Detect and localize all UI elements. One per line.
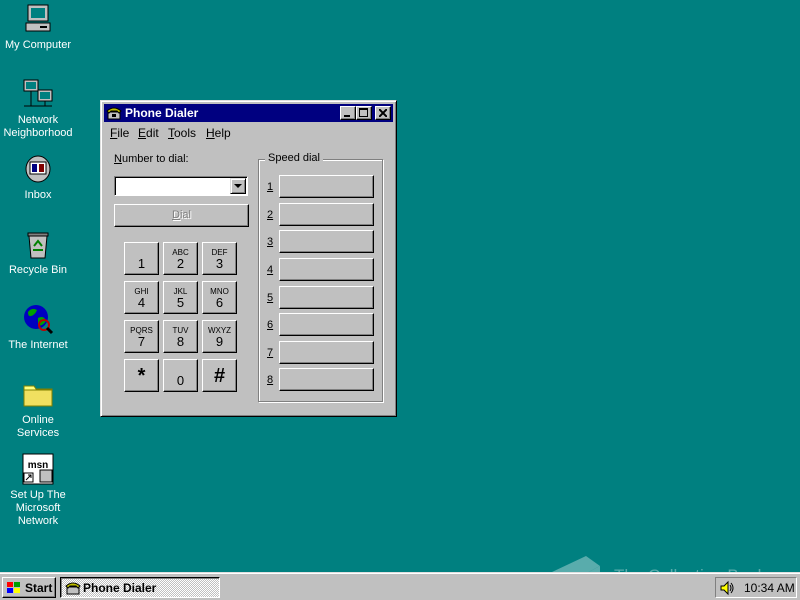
window-title: Phone Dialer (125, 106, 199, 120)
number-to-dial-combo[interactable] (114, 176, 248, 196)
desktop-icon-label: Microsoft (15, 502, 61, 514)
desktop-icon-setup-msn[interactable]: msn Set Up The Microsoft Network (0, 453, 76, 528)
desktop-icon-label: Network (17, 515, 59, 527)
phone-icon (65, 582, 81, 595)
phone-icon (106, 107, 122, 120)
start-button[interactable]: Start (2, 577, 56, 598)
desktop-icon-label: Services (16, 427, 60, 439)
speed-dial-button-5[interactable] (279, 286, 374, 309)
desktop-icon-recycle-bin[interactable]: Recycle Bin (0, 228, 76, 277)
close-icon (379, 109, 387, 117)
key-digit: 2 (176, 256, 185, 271)
inbox-icon (25, 155, 51, 183)
key-digit: 3 (215, 256, 224, 271)
speaker-icon[interactable] (719, 580, 735, 596)
key-digit: 9 (215, 334, 224, 349)
speed-dial-button-2[interactable] (279, 203, 374, 226)
key-digit: 7 (137, 334, 146, 349)
speed-dial-button-1[interactable] (279, 175, 374, 198)
menu-bar: File Edit Tools Help (104, 123, 393, 141)
speed-dial-number: 2 (267, 209, 274, 221)
menu-help[interactable]: Help (206, 126, 231, 140)
key-7[interactable]: PQRS 7 (124, 320, 159, 353)
svg-text:msn: msn (28, 460, 49, 471)
key-digit: 5 (176, 295, 185, 310)
key-digit: 6 (215, 295, 224, 310)
key-digit: 1 (137, 256, 146, 271)
key-digit: * (137, 365, 146, 387)
key-digit: 0 (176, 373, 185, 388)
desktop-icon-my-computer[interactable]: My Computer (0, 3, 76, 52)
speed-dial-number: 5 (267, 292, 274, 304)
minimize-button[interactable] (340, 106, 356, 120)
desktop-icon-label: Inbox (24, 189, 52, 201)
key-9[interactable]: WXYZ 9 (202, 320, 237, 353)
key-digit: # (213, 365, 226, 387)
key-8[interactable]: TUV 8 (163, 320, 198, 353)
desktop-icon-network-neighborhood[interactable]: Network Neighborhood (0, 78, 76, 140)
speed-dial-number: 1 (267, 181, 274, 193)
desktop-icon-internet[interactable]: The Internet (0, 303, 76, 352)
taskbar: Start Phone Dialer 10:34 AM (0, 572, 800, 600)
key-star[interactable]: * (124, 359, 159, 392)
key-digit: 4 (137, 295, 146, 310)
key-5[interactable]: JKL 5 (163, 281, 198, 314)
recycle-bin-icon (27, 232, 49, 259)
speed-dial-number: 3 (267, 236, 274, 248)
windows-logo-icon (7, 582, 20, 593)
speed-dial-number: 8 (267, 374, 274, 386)
internet-icon (24, 305, 54, 335)
dial-button[interactable]: Dial (114, 204, 249, 227)
taskbar-button-phone-dialer[interactable]: Phone Dialer (60, 577, 220, 598)
system-tray: 10:34 AM (715, 577, 797, 598)
desktop-icon-label: Set Up The (10, 489, 66, 501)
key-hash[interactable]: # (202, 359, 237, 392)
speed-dial-button-4[interactable] (279, 258, 374, 281)
speed-dial-button-7[interactable] (279, 341, 374, 364)
speed-dial-button-8[interactable] (279, 368, 374, 391)
number-to-dial-label: Number to dial: (114, 153, 189, 165)
desktop-icon-label: Network (17, 114, 59, 126)
key-3[interactable]: DEF 3 (202, 242, 237, 275)
desktop-icon-label: My Computer (4, 39, 72, 51)
speed-dial-button-6[interactable] (279, 313, 374, 336)
desktop-icon-label: Neighborhood (3, 127, 73, 139)
desktop-icon-inbox[interactable]: Inbox (0, 153, 76, 202)
start-label: Start (25, 581, 53, 595)
desktop-icon-label: The Internet (8, 339, 68, 351)
key-4[interactable]: GHI 4 (124, 281, 159, 314)
dropdown-arrow-button[interactable] (230, 178, 246, 194)
maximize-icon (359, 108, 368, 117)
desktop-icon-label: Recycle Bin (8, 264, 68, 276)
my-computer-icon (25, 4, 51, 32)
minimize-icon (344, 115, 350, 117)
key-0[interactable]: 0 (163, 359, 198, 392)
speed-dial-number: 6 (267, 319, 274, 331)
menu-file[interactable]: File (110, 126, 129, 140)
close-button[interactable] (375, 106, 391, 120)
network-neighborhood-icon (23, 79, 53, 107)
desktop-icon-label: Online (22, 414, 54, 426)
speed-dial-number: 4 (267, 264, 274, 276)
msn-icon: msn (22, 453, 54, 485)
folder-icon (23, 385, 53, 407)
key-1[interactable]: 1 (124, 242, 159, 275)
menu-edit[interactable]: Edit (138, 126, 159, 140)
speed-dial-title: Speed dial (265, 152, 323, 164)
clock[interactable]: 10:34 AM (744, 581, 795, 595)
maximize-button[interactable] (356, 106, 372, 120)
title-bar[interactable]: Phone Dialer (104, 104, 393, 122)
key-2[interactable]: ABC 2 (163, 242, 198, 275)
speed-dial-button-3[interactable] (279, 230, 374, 253)
phone-dialer-window: Phone Dialer File Edit Tools Help Number… (100, 100, 397, 417)
key-6[interactable]: MNO 6 (202, 281, 237, 314)
key-digit: 8 (176, 334, 185, 349)
taskbar-button-label: Phone Dialer (83, 581, 157, 595)
desktop-icon-online-services[interactable]: Online Services (0, 378, 76, 440)
speed-dial-number: 7 (267, 347, 274, 359)
menu-tools[interactable]: Tools (168, 126, 196, 140)
